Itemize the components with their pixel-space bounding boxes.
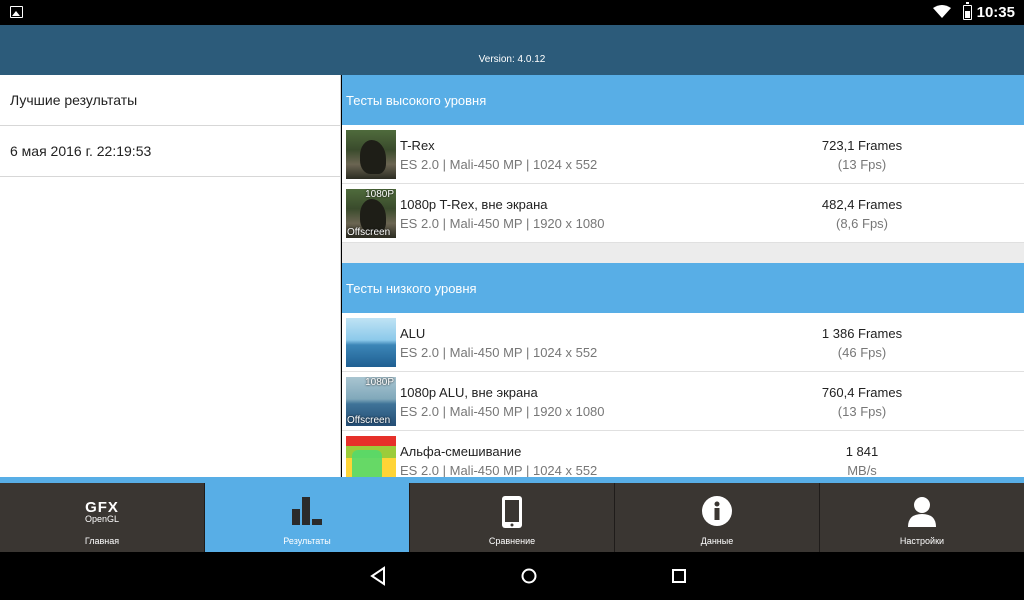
test-score: 760,4 Frames [821,385,903,400]
test-fps: (13 Fps) [837,157,887,172]
section-gap [342,243,1024,263]
low-level-section-header: Тесты низкого уровня [342,263,1024,313]
alpha-blending-thumbnail [346,436,396,477]
test-name: T-Rex [400,138,435,153]
version-label: Version: 4.0.12 [478,54,546,65]
test-name: 1080p T-Rex, вне экрана [400,197,548,212]
best-results-item[interactable]: Лучшие результаты [0,75,340,126]
section-title: Тесты низкого уровня [346,280,477,296]
test-score: 1 841 [845,444,879,459]
test-name: ALU [400,326,426,341]
result-row-alpha-blending[interactable]: Альфа-смешивание ES 2.0 | Mali-450 MP | … [342,431,1024,477]
test-details: ES 2.0 | Mali-450 MP | 1024 x 552 [400,345,598,360]
result-row-alu[interactable]: ALU ES 2.0 | Mali-450 MP | 1024 x 552 1 … [342,313,1024,372]
tab-label: Результаты [283,536,331,546]
phone-icon [502,496,522,528]
tab-label: Настройки [899,536,945,546]
trex-thumbnail [346,130,396,179]
bottom-tab-bar: GFX OpenGL Главная Результаты Сравнение … [0,483,1024,552]
test-details: ES 2.0 | Mali-450 MP | 1920 x 1080 [400,216,605,231]
test-details: ES 2.0 | Mali-450 MP | 1024 x 552 [400,463,598,477]
tab-compare[interactable]: Сравнение [410,483,615,552]
app-header: Version: 4.0.12 [0,25,1024,75]
tab-label: Сравнение [488,536,536,546]
best-results-label: Лучшие результаты [10,92,138,108]
test-score: 1 386 Frames [821,326,903,341]
result-session-item[interactable]: 6 мая 2016 г. 22:19:53 [0,126,340,177]
result-row-trex-offscreen[interactable]: 1080P Offscreen 1080p T-Rex, вне экрана … [342,184,1024,243]
high-level-section-header: Тесты высокого уровня [342,75,1024,125]
status-bar: 10:35 [0,0,1024,25]
test-name: Альфа-смешивание [400,444,522,459]
resolution-badge: 1080P [365,189,394,200]
bar-chart-icon [292,497,322,525]
test-score: 482,4 Frames [821,197,903,212]
test-name: 1080p ALU, вне экрана [400,385,538,400]
results-detail: Тесты высокого уровня T-Rex ES 2.0 | Mal… [342,75,1024,477]
image-notification-icon [10,6,23,18]
resolution-badge: 1080P [365,377,394,388]
system-nav-bar [0,552,1024,600]
gfx-logo-icon: GFX OpenGL [84,499,120,524]
section-title: Тесты высокого уровня [346,92,487,108]
test-unit: MB/s [847,463,877,477]
result-row-trex[interactable]: T-Rex ES 2.0 | Mali-450 MP | 1024 x 552 … [342,125,1024,184]
offscreen-badge: Offscreen [347,415,391,426]
test-details: ES 2.0 | Mali-450 MP | 1024 x 552 [400,157,598,172]
test-score: 723,1 Frames [821,138,903,153]
test-fps: (8,6 Fps) [835,216,888,231]
tab-results[interactable]: Результаты [205,483,410,552]
tab-home[interactable]: GFX OpenGL Главная [0,483,205,552]
wifi-icon [933,5,951,18]
battery-icon [963,2,972,20]
session-date-label: 6 мая 2016 г. 22:19:53 [10,143,152,159]
offscreen-badge: Offscreen [347,227,391,238]
trex-offscreen-thumbnail: 1080P Offscreen [346,189,396,238]
tab-label: Главная [84,536,120,546]
test-fps: (13 Fps) [837,404,887,419]
tab-label: Данные [700,536,734,546]
recents-icon[interactable] [670,566,688,586]
result-row-alu-offscreen[interactable]: 1080P Offscreen 1080p ALU, вне экрана ES… [342,372,1024,431]
home-icon[interactable] [520,566,538,586]
alu-offscreen-thumbnail: 1080P Offscreen [346,377,396,426]
back-icon[interactable] [369,566,387,586]
info-icon [702,496,732,526]
clock: 10:35 [976,4,1015,21]
test-details: ES 2.0 | Mali-450 MP | 1920 x 1080 [400,404,605,419]
tab-settings[interactable]: Настройки [820,483,1024,552]
test-fps: (46 Fps) [837,345,887,360]
person-icon [908,497,936,527]
tab-info[interactable]: Данные [615,483,820,552]
alu-thumbnail [346,318,396,367]
results-list: Лучшие результаты 6 мая 2016 г. 22:19:53 [0,75,341,477]
